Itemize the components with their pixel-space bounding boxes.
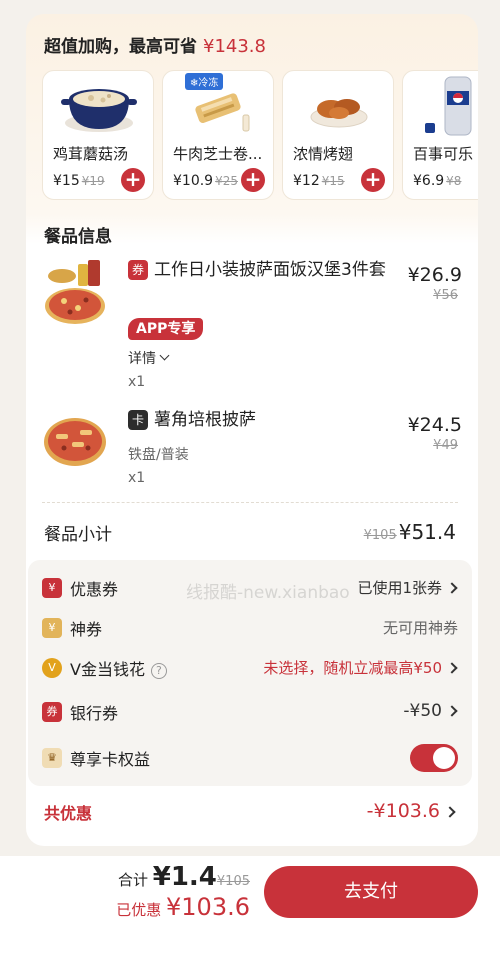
- addon-list[interactable]: 鸡茸蘑菇汤 ¥15¥19 + ❄冷冻 牛肉芝士卷... ¥10.9¥25 +: [42, 70, 478, 202]
- addon-item-price: ¥6.9 ¥8: [413, 173, 461, 189]
- meal-item-pizza[interactable]: 卡 薯角培根披萨 ¥24.5 ¥49 铁盘/普装 x1: [42, 408, 462, 488]
- addon-item-pepsi[interactable]: 百事可乐 ¥6.9 ¥8: [402, 70, 478, 200]
- saved-amount: ¥103.6: [166, 893, 250, 921]
- addon-item-price: ¥15 ¥19: [53, 173, 105, 189]
- subtotal-old: ¥105: [363, 528, 397, 543]
- discount-label: 神券: [70, 620, 103, 639]
- discount-row-vgold[interactable]: V V金当钱花? 未选择，随机立减最高¥50: [42, 654, 458, 684]
- meal-info-title: 餐品信息: [44, 227, 112, 247]
- frozen-tag-text: 冷冻: [198, 78, 219, 89]
- saved-line: 已优惠 ¥103.6: [116, 893, 250, 921]
- discount-row-vip: ♛ 尊享卡权益: [42, 744, 458, 774]
- meal-qty: x1: [128, 374, 146, 390]
- addon-price-current: ¥12: [293, 173, 320, 189]
- discount-row-bank[interactable]: 券 银行券 -¥50: [42, 698, 458, 728]
- chevron-right-icon: [444, 806, 456, 818]
- divider: [42, 502, 458, 503]
- meal-name: 薯角培根披萨: [154, 410, 256, 430]
- total-old: ¥105: [216, 874, 250, 889]
- frozen-tag: ❄冷冻: [185, 73, 224, 90]
- crown-icon: ♛: [42, 748, 62, 768]
- addon-item-name: 牛肉芝士卷...: [173, 145, 263, 163]
- help-icon[interactable]: ?: [150, 663, 167, 679]
- addon-price-old: ¥8: [446, 174, 462, 188]
- addon-item-name: 百事可乐: [413, 145, 474, 163]
- meal-price-old: ¥56: [433, 288, 458, 303]
- addon-price-current: ¥6.9: [413, 173, 445, 189]
- total-label: 合计: [117, 871, 148, 889]
- total-discount-value[interactable]: -¥103.6: [367, 800, 456, 822]
- meal-spec: 铁盘/普装: [128, 447, 189, 463]
- subtotal-label: 餐品小计: [44, 525, 112, 545]
- meal-price-old: ¥49: [433, 438, 458, 453]
- bank-discount-value: -¥50: [403, 701, 442, 721]
- total-discount-amount: -¥103.6: [366, 800, 440, 822]
- saved-label: 已优惠: [116, 901, 162, 919]
- meal-qty: x1: [128, 470, 146, 486]
- add-button[interactable]: +: [241, 168, 265, 192]
- addon-price-current: ¥15: [53, 173, 80, 189]
- addon-price-old: ¥15: [321, 174, 345, 188]
- pay-button[interactable]: 去支付: [264, 866, 478, 918]
- pepsi-image: [425, 76, 472, 136]
- vgold-value: 未选择，随机立减最高¥50: [263, 659, 442, 677]
- coupon-used-text: 已使用1张券: [357, 579, 442, 597]
- subtotal-value: ¥105 ¥51.4: [364, 520, 456, 544]
- discount-row-god-coupon[interactable]: ¥ 神券 无可用神券: [42, 614, 458, 644]
- subtotal-current: ¥51.4: [398, 520, 456, 544]
- vgold-icon: V: [42, 658, 62, 678]
- addon-title-text: 超值加购，最高可省: [44, 37, 197, 57]
- app-exclusive-tag: APP专享: [128, 318, 204, 340]
- vgold-label: V金当钱花: [70, 660, 145, 679]
- addon-title: 超值加购，最高可省 ¥143.8: [44, 32, 266, 57]
- total-amount: ¥1.4: [152, 862, 217, 892]
- vip-benefit-toggle[interactable]: [410, 744, 458, 772]
- chevron-down-icon: [159, 350, 170, 361]
- addon-item-name: 浓情烤翅: [293, 145, 354, 163]
- wings-image: [310, 99, 368, 128]
- meal-name: 工作日小装披萨面饭汉堡3件套: [154, 260, 386, 280]
- addon-item-name: 鸡茸蘑菇汤: [53, 145, 129, 163]
- discount-label: 尊享卡权益: [70, 750, 151, 769]
- total-line: 合计 ¥1.4¥105: [118, 862, 250, 892]
- meal-price: ¥24.5: [407, 414, 462, 436]
- addon-price-current: ¥10.9: [173, 173, 214, 189]
- add-button[interactable]: +: [361, 168, 385, 192]
- god-coupon-icon: ¥: [42, 618, 62, 638]
- detail-label: 详情: [128, 351, 156, 367]
- add-button[interactable]: +: [121, 168, 145, 192]
- chevron-right-icon: [446, 582, 458, 594]
- addon-price-old: ¥25: [215, 174, 238, 188]
- addon-item-beef-roll[interactable]: ❄冷冻 牛肉芝士卷... ¥10.9 ¥25 +: [162, 70, 274, 200]
- discount-row-coupon[interactable]: ¥ 优惠券 已使用1张券: [42, 574, 458, 604]
- addon-item-price: ¥12 ¥15: [293, 173, 345, 189]
- checkout-page: 超值加购，最高可省 ¥143.8 鸡茸蘑菇汤 ¥15 ¥19 + ❄冷冻 牛肉芝…: [0, 0, 500, 968]
- addon-price-old: ¥19: [81, 174, 105, 188]
- bank-coupon-icon: 券: [42, 702, 62, 722]
- discount-value: 未选择，随机立减最高¥50: [263, 657, 458, 678]
- total-discount-label: 共优惠: [44, 804, 93, 823]
- addon-max-saving: ¥143.8: [203, 36, 266, 57]
- coupon-icon: ¥: [42, 578, 62, 598]
- chevron-right-icon: [446, 705, 458, 717]
- discount-value: 无可用神券: [382, 619, 458, 637]
- discount-value: 已使用1张券: [357, 577, 458, 598]
- discount-label: 优惠券: [70, 580, 119, 599]
- discount-label: 银行券: [70, 704, 119, 723]
- meal-item-combo[interactable]: 券 工作日小装披萨面饭汉堡3件套 ¥26.9 ¥56 APP专享 详情 x1: [42, 256, 462, 390]
- discount-value: -¥50: [403, 701, 458, 721]
- addon-item-soup[interactable]: 鸡茸蘑菇汤 ¥15 ¥19 +: [42, 70, 154, 200]
- pizza-image: [44, 418, 106, 466]
- discount-label: V金当钱花?: [70, 656, 167, 680]
- detail-toggle[interactable]: 详情: [128, 348, 170, 368]
- chevron-right-icon: [446, 662, 458, 674]
- addon-item-wings[interactable]: 浓情烤翅 ¥12 ¥15 +: [282, 70, 394, 200]
- meal-price: ¥26.9: [407, 264, 462, 286]
- addon-item-price: ¥10.9 ¥25: [173, 173, 238, 189]
- combo-image: [45, 260, 105, 324]
- soup-image: [61, 89, 137, 132]
